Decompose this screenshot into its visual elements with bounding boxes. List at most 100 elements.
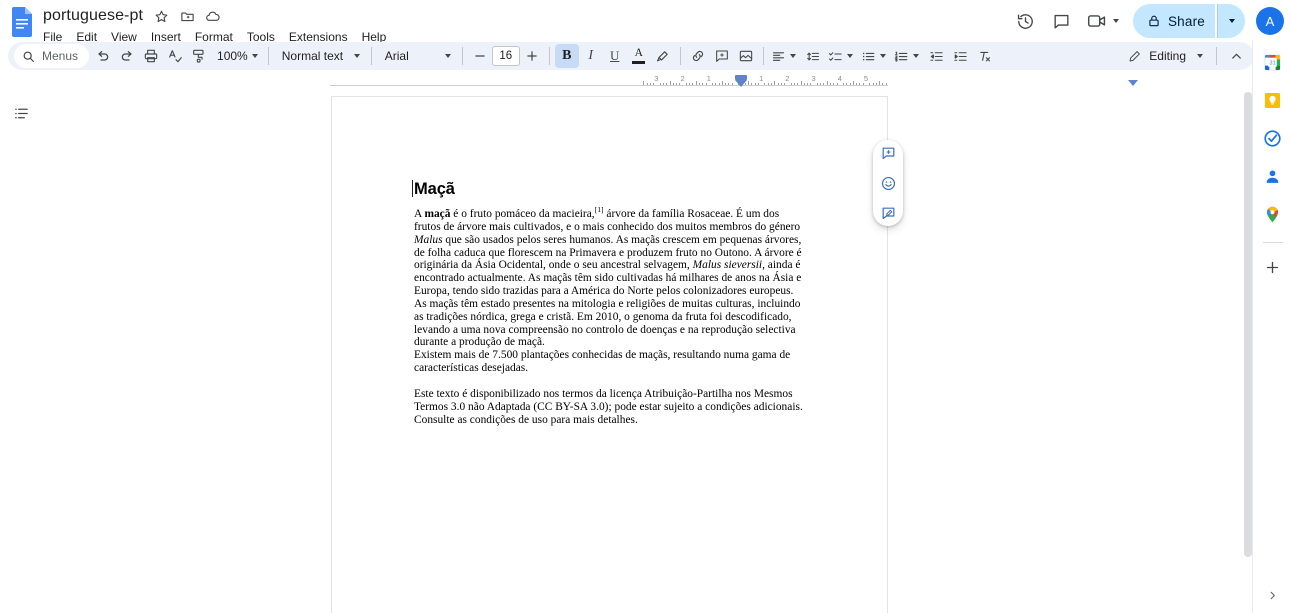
- ruler-tick: [774, 81, 776, 85]
- move-to-folder-icon[interactable]: [178, 7, 196, 25]
- comment-history-icon[interactable]: [1045, 4, 1079, 38]
- google-tasks-icon[interactable]: [1257, 122, 1289, 154]
- line-spacing-icon[interactable]: [802, 44, 826, 68]
- spellcheck-icon[interactable]: [163, 44, 187, 68]
- share-caret-icon[interactable]: [1217, 4, 1245, 38]
- toolbar-divider: [762, 47, 764, 65]
- toolbar-divider: [267, 47, 269, 65]
- ruler-tick: [807, 82, 809, 85]
- suggest-edit-icon[interactable]: [876, 201, 900, 225]
- version-history-icon[interactable]: [1009, 4, 1043, 38]
- scrollbar-thumb[interactable]: [1244, 92, 1252, 557]
- meet-caret-icon[interactable]: [1112, 19, 1119, 23]
- toolbar-divider: [461, 47, 463, 65]
- checklist-chevron-down-icon: [846, 54, 853, 58]
- share-button[interactable]: Share: [1132, 4, 1215, 38]
- clear-formatting-icon[interactable]: [973, 44, 997, 68]
- document-paragraph[interactable]: Existem mais de 7.500 plantações conheci…: [414, 349, 808, 375]
- underline-button[interactable]: U: [603, 44, 627, 68]
- font-size-input[interactable]: 16: [491, 46, 520, 66]
- title-row: portuguese-pt: [42, 6, 393, 26]
- insert-link-icon[interactable]: [686, 44, 710, 68]
- ruler-baseline: [330, 85, 888, 86]
- star-icon[interactable]: [152, 7, 170, 25]
- ruler-tick: [748, 81, 750, 85]
- cloud-saved-icon[interactable]: [204, 7, 222, 25]
- meet-call-button[interactable]: [1081, 4, 1125, 38]
- document-page[interactable]: Maçã A maçã é o fruto pomáceo da macieir…: [331, 96, 888, 613]
- add-comment-icon[interactable]: [710, 44, 734, 68]
- bold-button[interactable]: B: [554, 44, 579, 68]
- ruler-label: 1: [759, 74, 764, 83]
- share-chevron-down-icon: [1228, 19, 1235, 23]
- undo-icon[interactable]: [91, 44, 115, 68]
- ruler-tick: [669, 81, 671, 85]
- add-ons-plus-icon[interactable]: [1257, 251, 1289, 283]
- horizontal-ruler[interactable]: 3 2 1 1 2 3 4 5: [330, 72, 1138, 88]
- toolbar-divider: [1216, 47, 1217, 65]
- ruler-tick: [777, 82, 779, 85]
- bold-label: B: [562, 48, 572, 63]
- align-button[interactable]: [769, 44, 802, 68]
- ruler-tick: [885, 82, 887, 85]
- google-contacts-icon[interactable]: [1257, 160, 1289, 192]
- editing-mode-control[interactable]: Editing: [1119, 44, 1209, 68]
- document-outline-icon[interactable]: [8, 100, 34, 126]
- document-paragraph[interactable]: A maçã é o fruto pomáceo da macieira,[1]…: [414, 206, 808, 349]
- collapse-menus-icon[interactable]: [1224, 44, 1248, 68]
- emoji-reaction-icon[interactable]: [876, 171, 900, 195]
- decrease-font-size-icon[interactable]: [468, 44, 492, 68]
- ruler-tick: [728, 82, 730, 85]
- google-docs-logo-icon[interactable]: [10, 5, 36, 39]
- share-label: Share: [1167, 13, 1205, 29]
- decrease-indent-icon[interactable]: [925, 44, 949, 68]
- ruler-label: 2: [680, 74, 685, 83]
- paint-format-icon[interactable]: [187, 44, 211, 68]
- paragraph-style-control[interactable]: Normal text: [274, 44, 366, 68]
- left-indent-marker[interactable]: [735, 80, 747, 87]
- paragraph-style-value: Normal text: [281, 49, 344, 63]
- ruler-tick: [712, 82, 714, 85]
- document-heading[interactable]: Maçã: [412, 179, 808, 199]
- print-icon[interactable]: [139, 44, 163, 68]
- document-title[interactable]: portuguese-pt: [42, 6, 144, 26]
- ruler-tick: [797, 82, 799, 85]
- ruler-label: 1: [706, 74, 711, 83]
- increase-indent-icon[interactable]: [949, 44, 973, 68]
- ruler-tick: [672, 82, 674, 85]
- bulleted-list-button[interactable]: [859, 44, 892, 68]
- document-body[interactable]: Maçã A maçã é o fruto pomáceo da macieir…: [412, 179, 808, 427]
- formatting-toolbar: Menus 100% Normal text Arial 16 B I U A …: [8, 42, 1254, 70]
- ruler-label: 3: [811, 74, 816, 83]
- expand-side-panel-icon[interactable]: [1262, 585, 1282, 605]
- highlight-color-icon[interactable]: [651, 44, 675, 68]
- numbered-list-button[interactable]: [892, 44, 925, 68]
- google-calendar-icon[interactable]: 31: [1257, 46, 1289, 78]
- underline-label: U: [610, 48, 620, 63]
- italic-button[interactable]: I: [579, 44, 603, 68]
- document-paragraph[interactable]: Este texto é disponibilizado nos termos …: [414, 388, 808, 427]
- google-keep-icon[interactable]: [1257, 84, 1289, 116]
- text-run: Existem mais de 7.500 plantações conheci…: [414, 349, 791, 375]
- ruler-tick: [833, 82, 835, 85]
- floating-comment-rail: [873, 140, 903, 226]
- numbered-list-chevron-down-icon: [912, 54, 919, 58]
- font-family-control[interactable]: Arial: [377, 44, 457, 68]
- add-comment-icon[interactable]: [876, 141, 900, 165]
- redo-icon[interactable]: [115, 44, 139, 68]
- document-canvas[interactable]: Maçã A maçã é o fruto pomáceo da macieir…: [40, 88, 1252, 613]
- increase-font-size-icon[interactable]: [520, 44, 544, 68]
- checklist-button[interactable]: [826, 44, 859, 68]
- zoom-control[interactable]: 100%: [211, 44, 263, 68]
- ruler-tick: [666, 82, 668, 85]
- ruler-label: 3: [654, 74, 659, 83]
- menu-search-button[interactable]: Menus: [14, 44, 90, 68]
- right-margin-marker[interactable]: [1128, 80, 1138, 86]
- google-maps-icon[interactable]: [1257, 198, 1289, 230]
- text-color-button[interactable]: A: [627, 44, 651, 68]
- text-run: , ainda é encontrado actualmente. As maç…: [414, 259, 802, 349]
- avatar[interactable]: A: [1256, 7, 1284, 35]
- insert-image-icon[interactable]: [734, 44, 758, 68]
- italic-label: I: [588, 48, 594, 63]
- ruler-tick: [662, 82, 664, 85]
